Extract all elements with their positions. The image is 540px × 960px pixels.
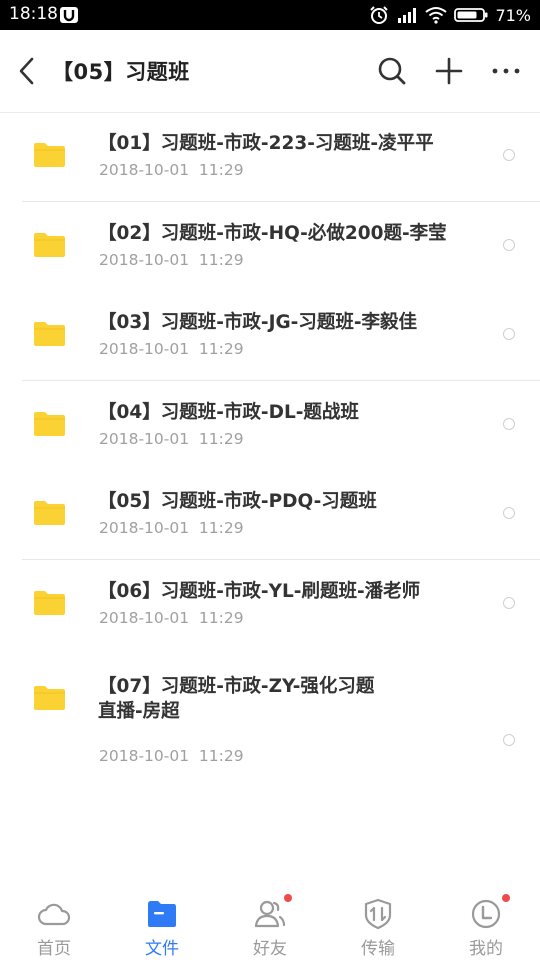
app-notification-icon — [59, 5, 79, 29]
alarm-icon — [370, 6, 389, 24]
select-radio[interactable] — [503, 734, 515, 746]
file-name-line: 直播-房超 — [98, 701, 180, 722]
nav-profile[interactable]: 我的 — [432, 882, 540, 960]
wifi-icon — [425, 7, 448, 24]
file-row[interactable]: 【02】习题班-市政-HQ-必做200题-李莹 2018-10-01 11:29 — [0, 202, 540, 292]
folder-icon — [34, 322, 65, 346]
file-name: 【04】习题班-市政-DL-题战班 — [98, 401, 359, 423]
notification-dot — [284, 894, 292, 902]
file-date: 2018-10-01 11:29 — [99, 340, 244, 358]
bottom-nav: 首页 文件 好友 传输 我的 — [0, 882, 540, 960]
status-time: 18:18 — [9, 4, 58, 24]
file-date: 2018-10-01 11:29 — [99, 161, 244, 179]
nav-label: 文件 — [145, 939, 179, 959]
nav-label: 首页 — [37, 939, 71, 959]
select-radio[interactable] — [503, 417, 515, 430]
file-row[interactable]: 【05】习题班-市政-PDQ-习题班 2018-10-01 11:29 — [0, 470, 540, 560]
select-radio[interactable] — [503, 507, 515, 519]
file-name: 【06】习题班-市政-YL-刷题班-潘老师 — [98, 580, 421, 602]
file-row[interactable]: 【01】习题班-市政-223-习题班-凌平平 2018-10-01 11:29 — [0, 112, 540, 202]
nav-label: 传输 — [361, 939, 395, 959]
nav-friends[interactable]: 好友 — [216, 882, 324, 960]
select-radio[interactable] — [503, 328, 515, 340]
search-button[interactable] — [375, 54, 409, 88]
more-icon — [492, 68, 520, 74]
file-name: 【02】习题班-市政-HQ-必做200题-李莹 — [98, 222, 447, 244]
file-row[interactable]: 【04】习题班-市政-DL-题战班 2018-10-01 11:29 — [0, 381, 540, 471]
nav-transfer[interactable]: 传输 — [324, 882, 432, 960]
file-date: 2018-10-01 11:29 — [99, 608, 244, 627]
battery-percent: 71% — [495, 5, 531, 25]
file-date: 2018-10-01 11:29 — [99, 250, 244, 269]
folder-icon — [34, 590, 65, 615]
folder-icon — [148, 901, 176, 927]
battery-icon — [454, 8, 488, 22]
add-button[interactable] — [432, 54, 466, 88]
chevron-left-icon — [19, 57, 34, 85]
status-indicators: 71% — [369, 4, 531, 26]
header-bar: 【05】习题班 — [0, 30, 540, 113]
file-list: 【01】习题班-市政-223-习题班-凌平平 2018-10-01 11:29 … — [0, 112, 540, 765]
select-radio[interactable] — [503, 596, 515, 609]
transfer-icon — [364, 898, 392, 930]
file-name: 【01】习题班-市政-223-习题班-凌平平 — [98, 133, 434, 154]
file-date: 2018-10-01 11:29 — [99, 747, 244, 765]
plus-icon — [435, 57, 463, 85]
friends-icon — [254, 900, 286, 928]
nav-label: 好友 — [253, 939, 287, 959]
file-name: 【05】习题班-市政-PDQ-习题班 — [98, 491, 377, 512]
folder-icon — [34, 501, 65, 525]
more-button[interactable] — [489, 54, 523, 88]
search-icon — [378, 57, 406, 85]
select-radio[interactable] — [503, 149, 515, 161]
file-name-line: 【07】习题班-市政-ZY-强化习题 — [98, 676, 375, 697]
folder-icon — [34, 411, 65, 436]
file-row[interactable]: 【06】习题班-市政-YL-刷题班-潘老师 2018-10-01 11:29 — [0, 560, 540, 650]
back-button[interactable] — [12, 54, 42, 88]
notification-dot — [502, 894, 510, 902]
signal-icon — [398, 8, 417, 23]
nav-home[interactable]: 首页 — [0, 882, 108, 960]
file-name: 【07】习题班-市政-ZY-强化习题 直播-房超 — [98, 674, 478, 724]
file-date: 2018-10-01 11:29 — [99, 429, 244, 448]
page-title: 【05】习题班 — [52, 60, 190, 84]
file-row[interactable]: 【07】习题班-市政-ZY-强化习题 直播-房超 2018-10-01 11:2… — [0, 649, 540, 765]
profile-icon — [471, 899, 501, 929]
folder-icon — [34, 143, 65, 167]
cloud-icon — [37, 903, 71, 926]
select-radio[interactable] — [503, 238, 515, 251]
file-name: 【03】习题班-市政-JG-习题班-李毅佳 — [98, 312, 418, 333]
file-date: 2018-10-01 11:29 — [99, 519, 244, 537]
nav-label: 我的 — [469, 939, 503, 959]
folder-icon — [34, 232, 65, 257]
folder-icon — [34, 686, 65, 710]
nav-files[interactable]: 文件 — [108, 882, 216, 960]
status-bar: 18:18 71% — [0, 0, 540, 30]
file-row[interactable]: 【03】习题班-市政-JG-习题班-李毅佳 2018-10-01 11:29 — [0, 291, 540, 381]
